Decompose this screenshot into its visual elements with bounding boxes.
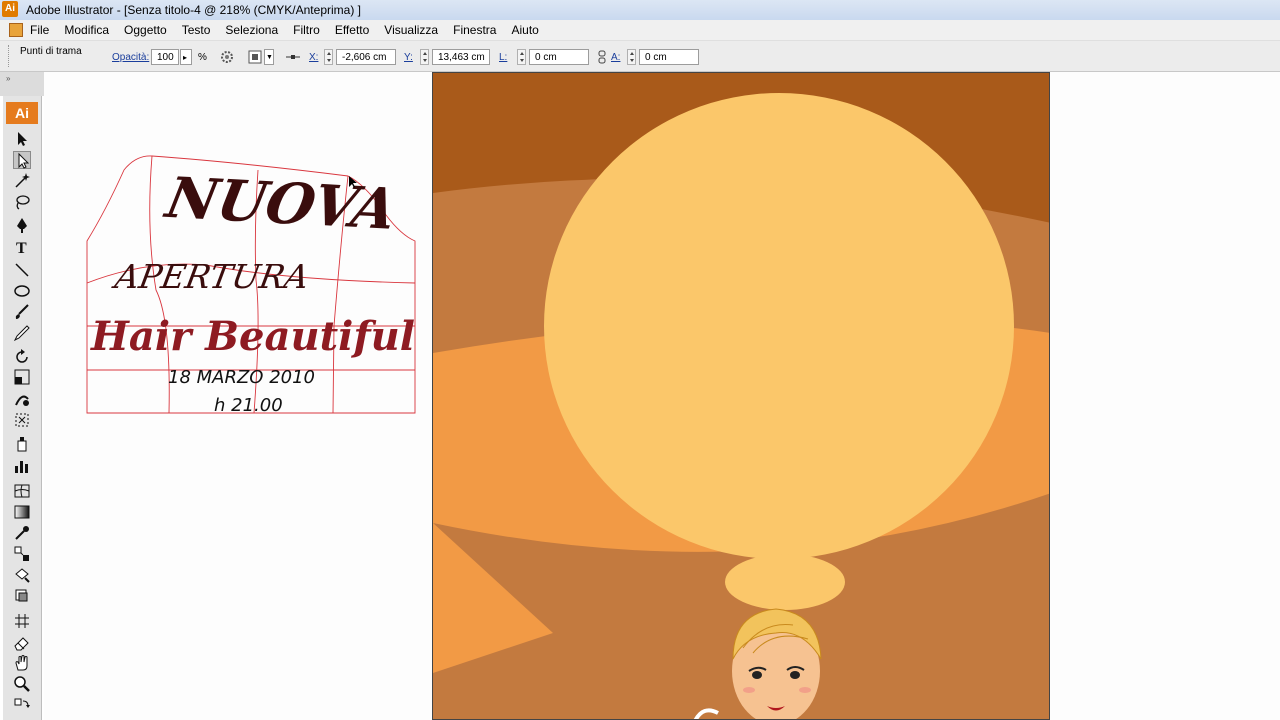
menu-bar: File Modifica Oggetto Testo Seleziona Fi… bbox=[0, 20, 1280, 41]
warp-icon[interactable] bbox=[13, 390, 31, 408]
event-date: 18 MARZO 2010 bbox=[168, 367, 315, 388]
tools-panel: Ai T bbox=[3, 96, 42, 720]
lasso-icon[interactable] bbox=[13, 193, 31, 211]
collapse-arrows-icon[interactable]: » bbox=[6, 74, 10, 83]
artboard[interactable] bbox=[432, 72, 1050, 720]
symbol-sprayer-icon[interactable] bbox=[13, 435, 31, 453]
rotate-icon[interactable] bbox=[13, 348, 31, 366]
salon-name: Hair Beautiful bbox=[90, 313, 415, 360]
eyedropper-icon[interactable] bbox=[13, 524, 31, 542]
free-transform-icon[interactable] bbox=[13, 411, 31, 429]
x-link[interactable]: X: bbox=[309, 52, 318, 63]
menu-testo[interactable]: Testo bbox=[182, 23, 211, 37]
pen-icon[interactable] bbox=[13, 216, 31, 234]
y-link[interactable]: Y: bbox=[404, 52, 413, 63]
opacity-input[interactable]: 100 bbox=[151, 49, 179, 65]
svg-text:T: T bbox=[16, 240, 27, 256]
gradient-icon[interactable] bbox=[13, 503, 31, 521]
x-input[interactable]: -2,606 cm bbox=[336, 49, 396, 65]
menu-effetto[interactable]: Effetto bbox=[335, 23, 369, 37]
hand-icon[interactable] bbox=[13, 654, 31, 672]
line-icon[interactable] bbox=[13, 261, 31, 279]
menu-modifica[interactable]: Modifica bbox=[64, 23, 109, 37]
live-paint-icon[interactable] bbox=[13, 566, 31, 584]
height-input[interactable]: 0 cm bbox=[639, 49, 699, 65]
poster-artwork[interactable] bbox=[433, 73, 1050, 720]
opacity-dropdown-arrow[interactable]: ▸ bbox=[180, 49, 192, 65]
control-bar: Punti di trama Opacità: 100 ▸ % ▼ X: -2,… bbox=[0, 41, 1280, 72]
headline-apertura: APERTURA bbox=[109, 257, 312, 296]
width-spinner[interactable] bbox=[517, 49, 526, 65]
event-time: h 21.00 bbox=[214, 395, 283, 415]
title-bar: Ai Adobe Illustrator - [Senza titolo-4 @… bbox=[0, 0, 1280, 20]
ai-badge-icon: Ai bbox=[6, 102, 38, 124]
pencil-icon[interactable] bbox=[13, 324, 31, 342]
hair-bun-circle bbox=[544, 93, 1014, 559]
app-logo-icon: Ai bbox=[2, 1, 18, 17]
window-title: Adobe Illustrator - [Senza titolo-4 @ 21… bbox=[26, 3, 361, 17]
width-link[interactable]: L: bbox=[499, 52, 507, 63]
tools-panel-header[interactable]: » bbox=[0, 72, 44, 96]
y-input[interactable]: 13,463 cm bbox=[432, 49, 490, 65]
paintbrush-icon[interactable] bbox=[13, 303, 31, 321]
selection-tool-icon[interactable] bbox=[13, 130, 31, 148]
menu-aiuto[interactable]: Aiuto bbox=[511, 23, 538, 37]
magic-wand-icon[interactable] bbox=[13, 172, 31, 190]
height-spinner[interactable] bbox=[627, 49, 636, 65]
menu-seleziona[interactable]: Seleziona bbox=[225, 23, 278, 37]
swap-colors-icon[interactable] bbox=[13, 697, 31, 715]
height-link[interactable]: A: bbox=[611, 52, 620, 63]
document-icon[interactable] bbox=[9, 23, 23, 37]
slice-icon[interactable] bbox=[13, 612, 31, 630]
ellipse-icon[interactable] bbox=[13, 282, 31, 300]
live-paint-selection-icon[interactable] bbox=[13, 587, 31, 605]
x-spinner[interactable] bbox=[324, 49, 333, 65]
hair-knot bbox=[725, 554, 845, 610]
width-input[interactable]: 0 cm bbox=[529, 49, 589, 65]
mesh-icon[interactable] bbox=[13, 482, 31, 500]
recolor-icon[interactable] bbox=[220, 50, 234, 64]
opacity-link[interactable]: Opacità: bbox=[112, 52, 149, 63]
constrain-proportions-icon[interactable] bbox=[595, 50, 609, 64]
menu-filtro[interactable]: Filtro bbox=[293, 23, 320, 37]
envelope-text-artwork[interactable]: NUOVA APERTURA Hair Beautiful 18 MARZO 2… bbox=[86, 150, 418, 415]
selection-type-label: Punti di trama bbox=[20, 46, 82, 57]
menu-oggetto[interactable]: Oggetto bbox=[124, 23, 167, 37]
eraser-icon[interactable] bbox=[13, 634, 31, 652]
y-spinner[interactable] bbox=[420, 49, 429, 65]
anchor-point-icon[interactable] bbox=[286, 50, 300, 64]
direct-selection-tool-icon[interactable] bbox=[13, 151, 31, 169]
headline-nuova: NUOVA bbox=[159, 165, 402, 243]
panel-grip[interactable] bbox=[8, 45, 11, 67]
menu-file[interactable]: File bbox=[30, 23, 49, 37]
menu-finestra[interactable]: Finestra bbox=[453, 23, 496, 37]
blend-icon[interactable] bbox=[13, 545, 31, 563]
type-icon[interactable]: T bbox=[13, 238, 31, 256]
opacity-unit: % bbox=[198, 52, 207, 63]
girl-face bbox=[732, 608, 822, 719]
align-icon[interactable] bbox=[248, 50, 262, 64]
align-dropdown-arrow[interactable]: ▼ bbox=[264, 49, 274, 65]
graph-icon[interactable] bbox=[13, 457, 31, 475]
scale-icon[interactable] bbox=[13, 368, 31, 386]
zoom-icon[interactable] bbox=[13, 675, 31, 693]
menu-visualizza[interactable]: Visualizza bbox=[384, 23, 438, 37]
